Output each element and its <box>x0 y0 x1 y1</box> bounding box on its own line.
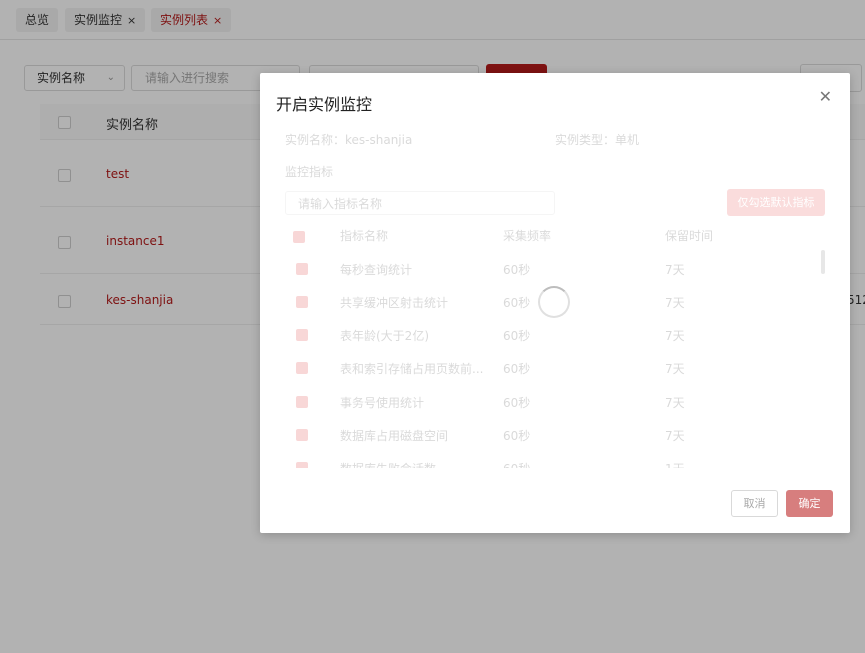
metric-checkbox[interactable] <box>296 263 308 275</box>
metric-checkbox[interactable] <box>296 362 308 374</box>
metric-retention: 7天 <box>665 329 685 343</box>
dialog-title: 开启实例监控 <box>276 95 373 114</box>
column-retention: 保留时间 <box>665 229 714 243</box>
metric-checkbox[interactable] <box>296 462 308 468</box>
metric-name: 数据库失败会话数 <box>340 460 436 468</box>
metric-search-input[interactable]: 请输入指标名称 <box>285 191 555 215</box>
metric-row: 数据库失败会话数 60秒 1天 <box>285 451 825 468</box>
metric-name: 事务号使用统计 <box>340 396 425 410</box>
metric-row: 每秒查询统计 60秒 7天 <box>285 252 825 285</box>
metric-checkbox[interactable] <box>296 296 308 308</box>
close-icon[interactable]: ✕ <box>819 87 832 106</box>
metric-name: 表和索引存储占用页数前... <box>340 362 484 376</box>
instance-type-info: 实例类型：单机 <box>555 133 640 147</box>
metric-retention: 7天 <box>665 429 685 443</box>
metric-frequency: 60秒 <box>503 429 531 443</box>
column-frequency: 采集频率 <box>503 229 552 243</box>
metric-row: 事务号使用统计 60秒 7天 <box>285 385 825 418</box>
metric-row: 数据库占用磁盘空间 60秒 7天 <box>285 418 825 451</box>
metric-checkbox[interactable] <box>296 329 308 341</box>
metric-retention: 1天 <box>665 460 685 468</box>
metric-frequency: 60秒 <box>503 460 530 468</box>
metric-frequency: 60秒 <box>503 396 531 410</box>
metrics-section-title: 监控指标 <box>285 165 334 179</box>
confirm-button[interactable]: 确定 <box>786 490 833 517</box>
metrics-table: 指标名称 采集频率 保留时间 每秒查询统计 60秒 7天 共享缓冲区射击统计 6… <box>285 223 825 468</box>
metric-search-placeholder: 请输入指标名称 <box>298 197 383 211</box>
metric-retention: 7天 <box>665 396 685 410</box>
metric-frequency: 60秒 <box>503 329 531 343</box>
loading-spinner-icon <box>538 286 570 318</box>
cancel-button[interactable]: 取消 <box>731 490 778 517</box>
metric-frequency: 60秒 <box>503 362 531 376</box>
metric-name: 每秒查询统计 <box>340 263 413 277</box>
column-metric-name: 指标名称 <box>340 229 389 243</box>
metric-checkbox[interactable] <box>296 429 308 441</box>
metric-retention: 7天 <box>665 362 685 376</box>
metric-row: 表年龄(大于2亿) 60秒 7天 <box>285 318 825 351</box>
instance-name-info: 实例名称：kes-shanjia <box>285 133 413 147</box>
metric-retention: 7天 <box>665 296 685 310</box>
metric-checkbox[interactable] <box>296 396 308 408</box>
metric-retention: 7天 <box>665 263 685 277</box>
select-all-metrics-checkbox[interactable] <box>293 231 305 243</box>
metrics-scrollbar[interactable] <box>821 250 825 274</box>
select-default-metrics-label: 仅勾选默认指标 <box>737 196 815 209</box>
metric-name: 数据库占用磁盘空间 <box>340 429 449 443</box>
metric-name: 表年龄(大于2亿) <box>340 329 429 343</box>
metric-row: 表和索引存储占用页数前... 60秒 7天 <box>285 351 825 384</box>
enable-monitor-dialog: 开启实例监控 ✕ 实例名称：kes-shanjia 实例类型：单机 监控指标 请… <box>260 73 850 533</box>
metric-name: 共享缓冲区射击统计 <box>340 296 449 310</box>
metric-frequency: 60秒 <box>503 263 531 277</box>
metric-frequency: 60秒 <box>503 296 531 310</box>
